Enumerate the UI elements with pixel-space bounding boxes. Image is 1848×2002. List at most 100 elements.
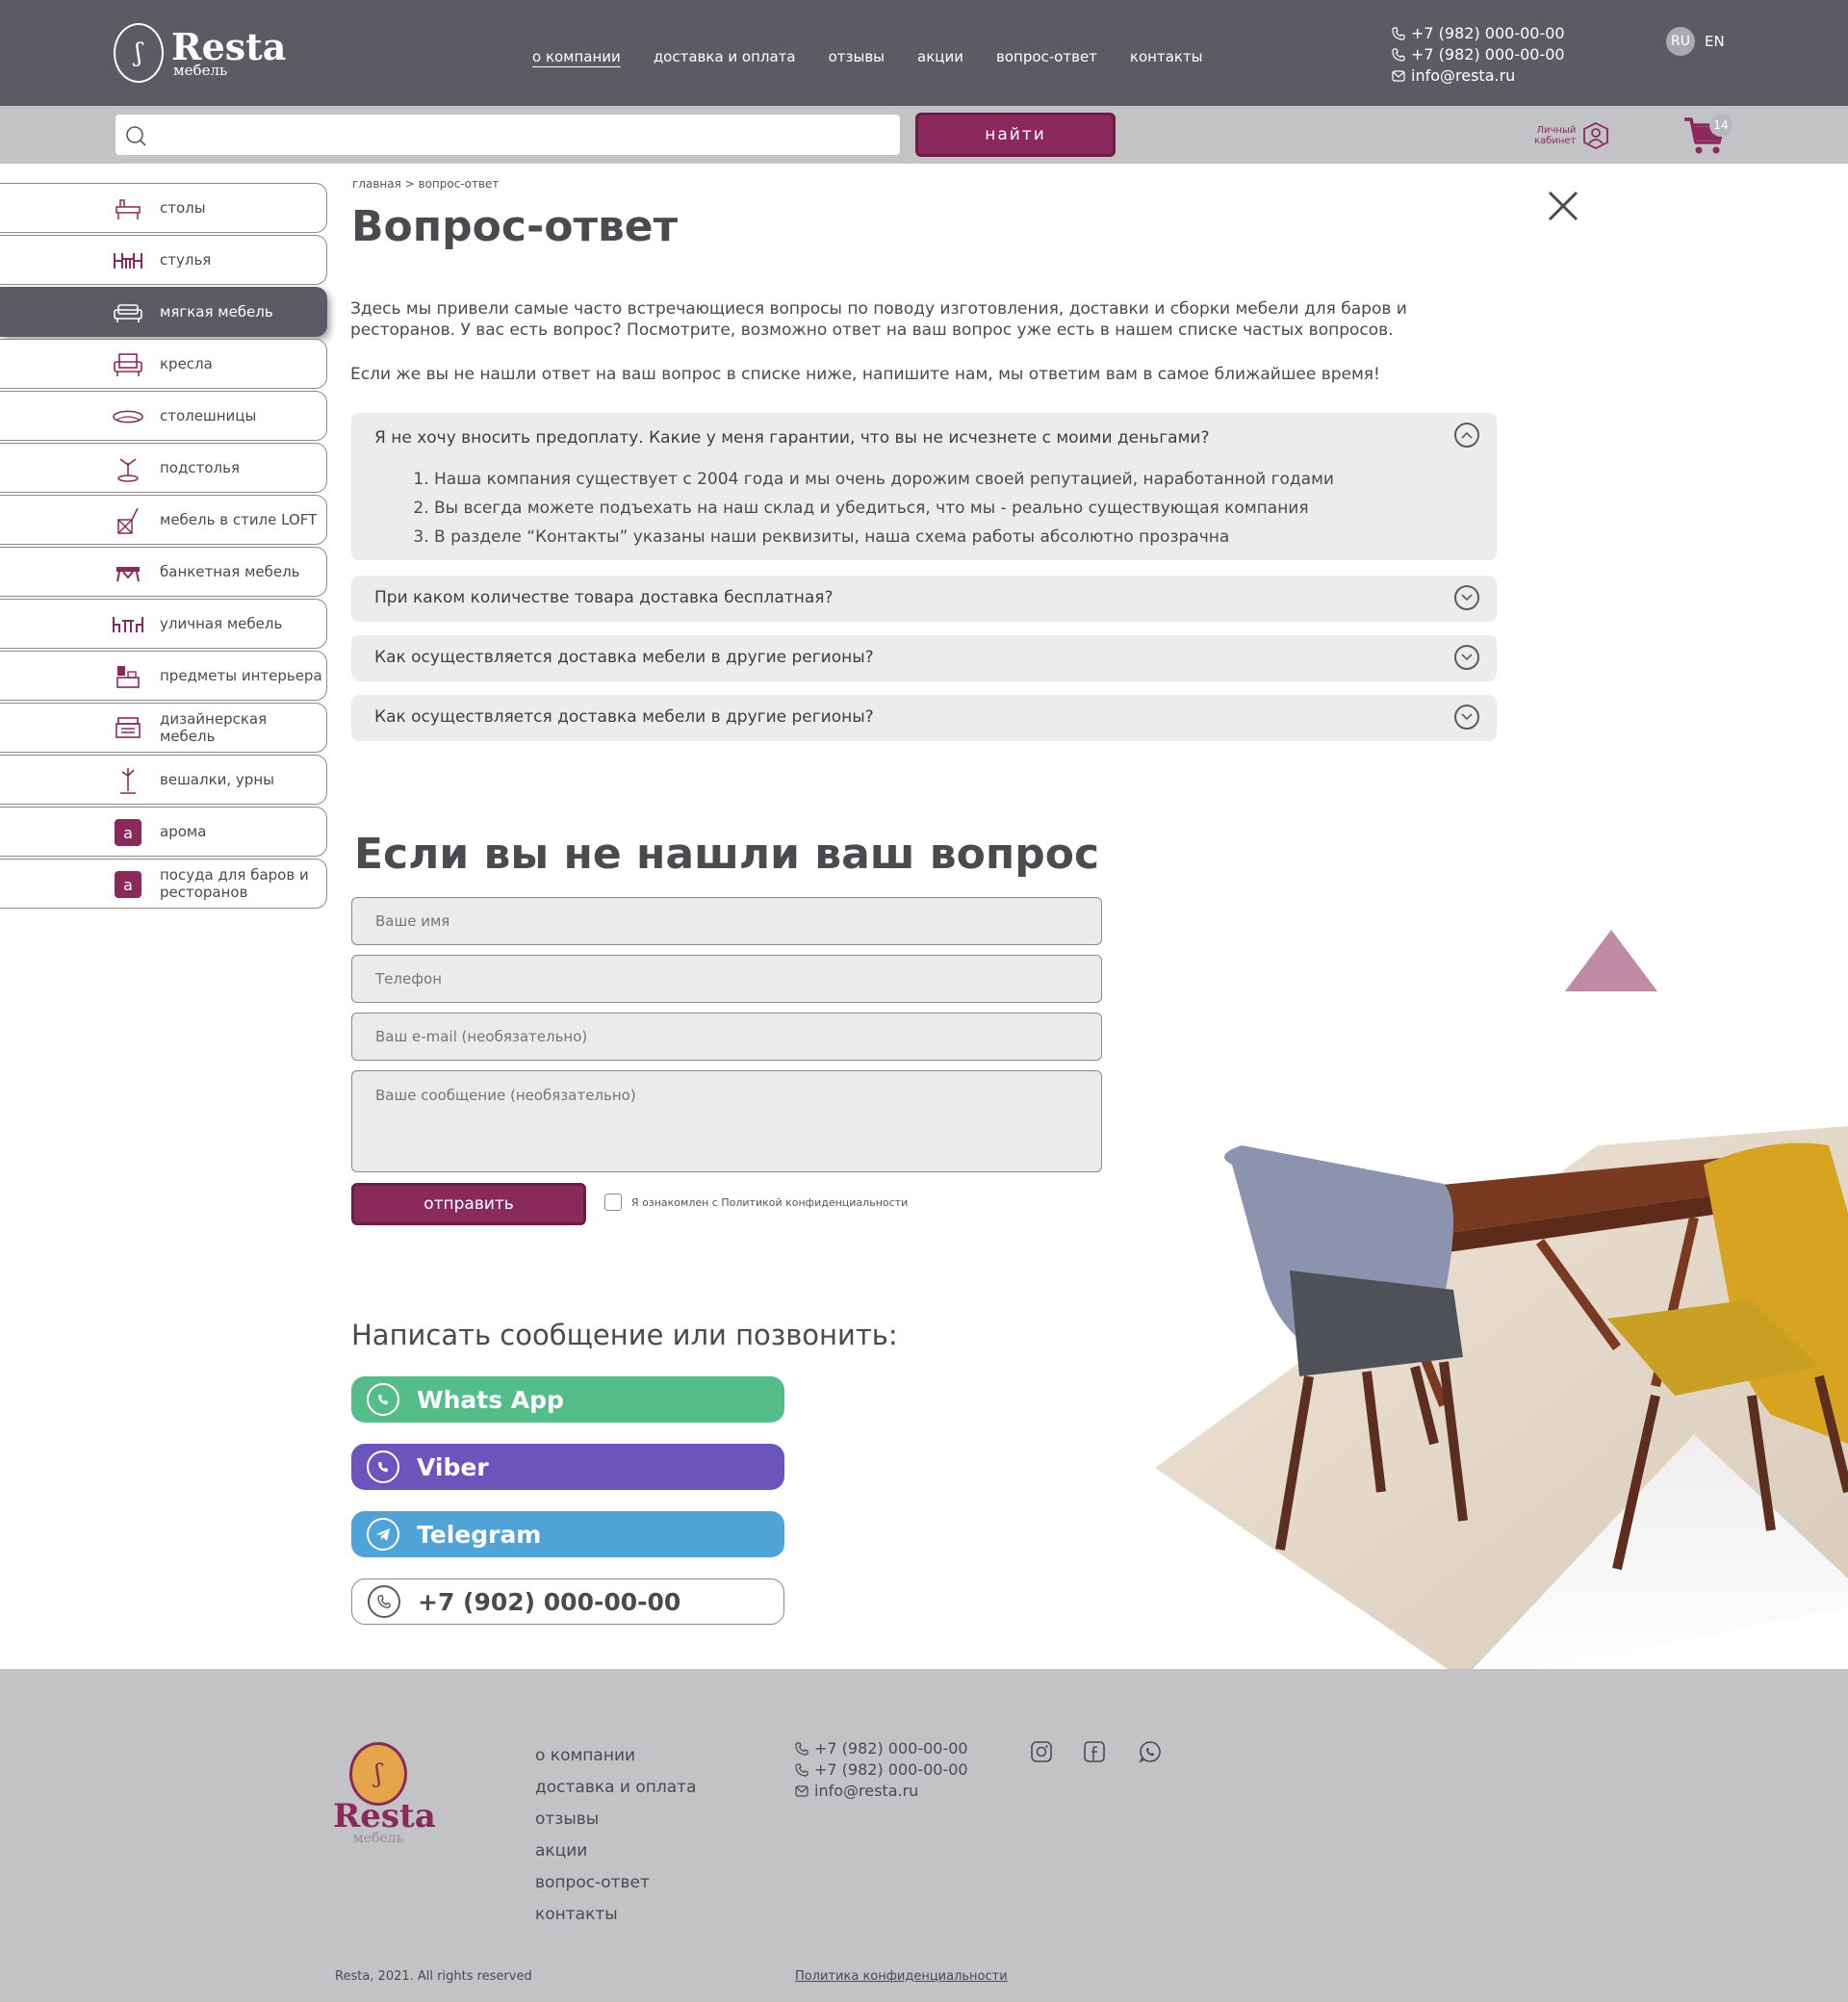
designer-icon (112, 716, 144, 741)
close-icon[interactable] (1546, 189, 1580, 223)
mail-icon (795, 1785, 808, 1797)
language-switcher: RU EN (1666, 27, 1725, 56)
account-link[interactable]: Личный кабинет (1534, 121, 1610, 150)
name-field[interactable] (351, 897, 1102, 945)
nav-promotions[interactable]: акции (917, 48, 963, 65)
sidebar-item-interior[interactable]: предметы интерьера (0, 651, 327, 701)
armchair-icon (112, 352, 144, 377)
viber-button[interactable]: Viber (351, 1444, 784, 1490)
header-contacts: +7 (982) 000-00-00 +7 (982) 000-00-00 in… (1392, 23, 1565, 87)
chevron-down-icon[interactable] (1454, 705, 1479, 730)
sidebar-item-banquet[interactable]: банкетная мебель (0, 547, 327, 597)
phone-icon (795, 1763, 808, 1777)
table-icon (112, 196, 144, 221)
sidebar-item-tables[interactable]: столы (0, 183, 327, 233)
footer-nav-about[interactable]: о компании (535, 1740, 697, 1772)
nav-faq[interactable]: вопрос-ответ (996, 48, 1097, 65)
search-bar: найти Личный кабинет 14 (0, 106, 1848, 164)
email-field[interactable] (351, 1013, 1102, 1061)
hanger-icon (112, 768, 144, 794)
site-footer (0, 1669, 1848, 2002)
nav-reviews[interactable]: отзывы (829, 48, 885, 65)
chevron-up-icon[interactable] (1454, 423, 1479, 448)
consent-label: Я ознакомлен с Политикой конфиденциально… (631, 1195, 909, 1209)
top-nav: о компании доставка и оплата отзывы акци… (532, 48, 1236, 65)
telegram-button[interactable]: Telegram (351, 1511, 784, 1557)
form-title: Если вы не нашли ваш вопрос (354, 830, 1100, 879)
breadcrumb[interactable]: главная > вопрос-ответ (352, 177, 499, 191)
intro-text-2: Если же вы не нашли ответ на ваш вопрос … (350, 365, 1380, 384)
faq-item-expanded[interactable]: Я не хочу вносить предоплату. Какие у ме… (351, 413, 1497, 560)
faq-answer: Вы всегда можете подъехать на наш склад … (434, 494, 1334, 523)
faq-item[interactable]: При каком количестве товара доставка бес… (351, 576, 1497, 622)
sidebar-item-chairs[interactable]: стулья (0, 235, 327, 285)
contact-title: Написать сообщение или позвонить: (351, 1319, 898, 1351)
phone-icon (1392, 48, 1405, 62)
intro-text: Здесь мы привели самые часто встречающие… (350, 299, 1407, 340)
cart-count-badge: 14 (1709, 114, 1732, 137)
whatsapp-button[interactable]: Whats App (351, 1376, 784, 1423)
mail-icon (1392, 70, 1405, 82)
sidebar-item-hangers[interactable]: вешалки, урны (0, 755, 327, 805)
header-phone-1[interactable]: +7 (982) 000-00-00 (1392, 23, 1565, 44)
faq-question: При каком количестве товара доставка бес… (374, 588, 834, 607)
faq-answer-list: Наша компания существует с 2004 года и м… (434, 465, 1334, 552)
phone-field[interactable] (351, 955, 1102, 1003)
search-button[interactable]: найти (915, 113, 1116, 157)
sidebar-item-loft[interactable]: мебель в стиле LOFT (0, 495, 327, 545)
logo[interactable]: ʃ Resta мебель (114, 23, 286, 83)
phone-icon (795, 1742, 808, 1756)
privacy-consent[interactable]: Я ознакомлен с Политикой конфиденциально… (604, 1194, 908, 1211)
footer-nav-promotions[interactable]: акции (535, 1835, 697, 1867)
footer-phone-2[interactable]: +7 (982) 000-00-00 (795, 1759, 968, 1781)
interior-icon (112, 664, 144, 689)
facebook-icon[interactable] (1083, 1740, 1106, 1763)
consent-checkbox[interactable] (604, 1194, 622, 1211)
instagram-icon[interactable] (1030, 1740, 1053, 1763)
faq-item[interactable]: Как осуществляется доставка мебели в дру… (351, 695, 1497, 741)
header-phone-2[interactable]: +7 (982) 000-00-00 (1392, 44, 1565, 65)
nav-delivery[interactable]: доставка и оплата (654, 48, 796, 65)
footer-email[interactable]: info@resta.ru (795, 1781, 968, 1802)
search-input[interactable] (116, 115, 900, 155)
footer-nav-delivery[interactable]: доставка и оплата (535, 1772, 697, 1804)
sidebar-item-tabletops[interactable]: столешницы (0, 391, 327, 441)
sidebar-item-aroma[interactable]: a арома (0, 807, 327, 857)
whatsapp-icon[interactable] (1139, 1740, 1162, 1763)
nav-about[interactable]: о компании (532, 48, 621, 65)
cart-button[interactable]: 14 (1682, 114, 1732, 160)
footer-nav-reviews[interactable]: отзывы (535, 1804, 697, 1835)
a-badge-icon: a (112, 819, 144, 846)
footer-nav-faq[interactable]: вопрос-ответ (535, 1867, 697, 1899)
sidebar-item-designer[interactable]: дизайнерская мебель (0, 703, 327, 753)
chevron-down-icon[interactable] (1454, 585, 1479, 610)
phone-call-button[interactable]: +7 (902) 000-00-00 (351, 1578, 784, 1625)
faq-answer: Наша компания существует с 2004 года и м… (434, 465, 1334, 494)
header-email[interactable]: info@resta.ru (1392, 65, 1565, 87)
logo-emblem-icon: ʃ (114, 23, 164, 83)
sidebar-item-tableware[interactable]: a посуда для баров и ресторанов (0, 859, 327, 909)
privacy-policy-link[interactable]: Политика конфиденциальности (795, 1969, 1008, 1984)
sidebar-item-table-bases[interactable]: подстолья (0, 443, 327, 493)
submit-button[interactable]: отправить (351, 1183, 586, 1225)
sofa-icon (112, 300, 144, 325)
message-field[interactable] (351, 1070, 1102, 1172)
footer-phone-1[interactable]: +7 (982) 000-00-00 (795, 1738, 968, 1759)
outdoor-icon (112, 612, 144, 637)
a-badge-icon: a (112, 871, 144, 898)
tabletop-icon (112, 404, 144, 429)
chevron-down-icon[interactable] (1454, 645, 1479, 670)
faq-question: Как осуществляется доставка мебели в дру… (374, 648, 874, 667)
lang-ru-button[interactable]: RU (1666, 27, 1695, 56)
footer-logo[interactable]: ʃ Resta мебель (333, 1742, 436, 1845)
sidebar-item-soft-furniture[interactable]: мягкая мебель (0, 287, 327, 337)
nav-contacts[interactable]: контакты (1130, 48, 1203, 65)
telegram-icon (367, 1518, 399, 1551)
sidebar-item-armchairs[interactable]: кресла (0, 339, 327, 389)
lang-en-button[interactable]: EN (1705, 33, 1725, 50)
sidebar-item-outdoor[interactable]: уличная мебель (0, 599, 327, 649)
footer-nav-contacts[interactable]: контакты (535, 1899, 697, 1931)
search-icon (126, 126, 146, 146)
scroll-top-button[interactable] (1565, 930, 1657, 991)
faq-item[interactable]: Как осуществляется доставка мебели в дру… (351, 635, 1497, 681)
